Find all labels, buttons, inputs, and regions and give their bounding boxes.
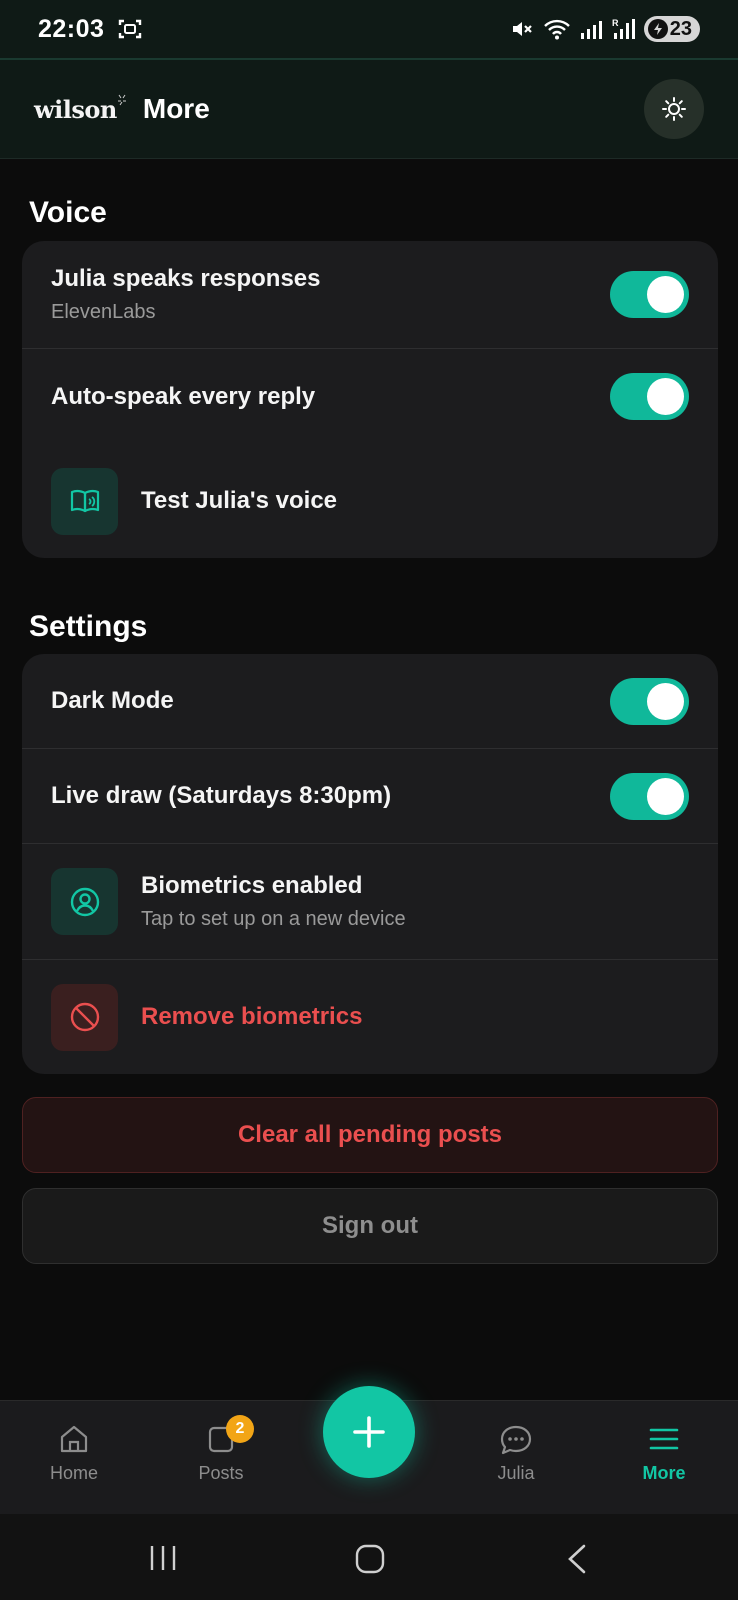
julia-speaks-subtitle: ElevenLabs [51, 301, 156, 323]
auto-speak-row[interactable]: Auto-speak every reply [22, 348, 718, 444]
julia-speaks-toggle[interactable] [610, 271, 689, 318]
nav-home-label: Home [49, 1463, 98, 1483]
status-bar: 22:03 R 23 [0, 0, 738, 58]
live-draw-row[interactable]: Live draw (Saturdays 8:30pm) [22, 748, 718, 843]
toggle-knob [647, 378, 684, 415]
recent-apps-icon[interactable] [148, 1544, 178, 1572]
settings-card: Dark Mode Live draw (Saturdays 8:30pm) B… [22, 654, 718, 1074]
battery-saver-icon [647, 19, 668, 39]
biometrics-icon-tile [51, 868, 118, 935]
voice-card: Julia speaks responses ElevenLabs Auto-s… [22, 241, 718, 558]
signal-roaming-icon: R [612, 18, 635, 39]
julia-speaks-label: Julia speaks responses [51, 265, 321, 292]
posts-badge: 2 [226, 1415, 254, 1443]
settings-section-title: Settings [29, 610, 148, 643]
auto-speak-label: Auto-speak every reply [51, 382, 316, 410]
page-title: More [142, 93, 210, 124]
screenshot-icon [119, 19, 142, 39]
nav-more-label: More [642, 1463, 686, 1483]
nav-julia[interactable]: Julia [456, 1423, 576, 1484]
biometrics-subtitle: Tap to set up on a new device [141, 908, 406, 930]
nav-home[interactable]: Home [14, 1423, 134, 1484]
test-voice-icon-tile [51, 467, 118, 535]
status-time: 22:03 [38, 14, 105, 43]
auto-speak-toggle[interactable] [610, 373, 689, 420]
dark-mode-label: Dark Mode [51, 687, 174, 714]
nav-posts-label: Posts [198, 1463, 244, 1483]
live-draw-label: Live draw (Saturdays 8:30pm) [51, 782, 392, 809]
toggle-knob [647, 276, 684, 313]
battery-indicator: 23 [643, 16, 700, 42]
sign-out-button[interactable]: Sign out [22, 1188, 718, 1264]
logo-spark-icon [117, 94, 126, 105]
app-header: wilson More [0, 58, 738, 159]
remove-biometrics-label: Remove biometrics [141, 1003, 363, 1030]
ban-icon [70, 1002, 99, 1032]
home-button-icon[interactable] [355, 1544, 385, 1574]
live-draw-toggle[interactable] [610, 772, 689, 820]
chat-bubble-icon [500, 1425, 532, 1455]
toggle-knob [647, 777, 684, 815]
wilson-logo[interactable]: wilson [34, 94, 126, 124]
clear-pending-posts-button[interactable]: Clear all pending posts [22, 1097, 718, 1173]
nav-julia-label: Julia [497, 1463, 535, 1483]
dark-mode-toggle[interactable] [610, 677, 689, 725]
plus-icon [353, 1416, 385, 1448]
remove-biometrics-icon-tile [51, 983, 118, 1051]
biometrics-row[interactable]: Biometrics enabled Tap to set up on a ne… [22, 843, 718, 959]
book-icon [70, 489, 99, 513]
sun-icon [662, 97, 686, 121]
voice-section-title: Voice [29, 196, 107, 229]
test-voice-row[interactable]: Test Julia's voice [22, 444, 718, 558]
back-icon[interactable] [566, 1544, 588, 1574]
status-icons: R 23 [510, 16, 700, 42]
battery-level: 23 [669, 17, 692, 40]
theme-toggle-button[interactable] [644, 79, 704, 139]
test-voice-label: Test Julia's voice [141, 487, 338, 514]
create-post-button[interactable] [323, 1386, 415, 1478]
system-nav-bar [0, 1514, 738, 1600]
julia-speaks-row[interactable]: Julia speaks responses ElevenLabs [22, 241, 718, 348]
dark-mode-row[interactable]: Dark Mode [22, 654, 718, 748]
biometrics-label: Biometrics enabled [141, 872, 363, 899]
logo-text: wilson [34, 94, 117, 124]
nav-more[interactable]: More [604, 1423, 724, 1484]
menu-icon [649, 1428, 679, 1450]
svg-text:R: R [612, 18, 619, 28]
wifi-icon [543, 19, 570, 40]
toggle-knob [647, 682, 684, 720]
mute-icon [512, 22, 532, 36]
user-circle-icon [70, 887, 99, 916]
home-icon [60, 1425, 88, 1453]
nav-posts[interactable]: 2 Posts [161, 1415, 281, 1484]
remove-biometrics-row[interactable]: Remove biometrics [22, 959, 718, 1074]
signal-icon [580, 21, 602, 39]
